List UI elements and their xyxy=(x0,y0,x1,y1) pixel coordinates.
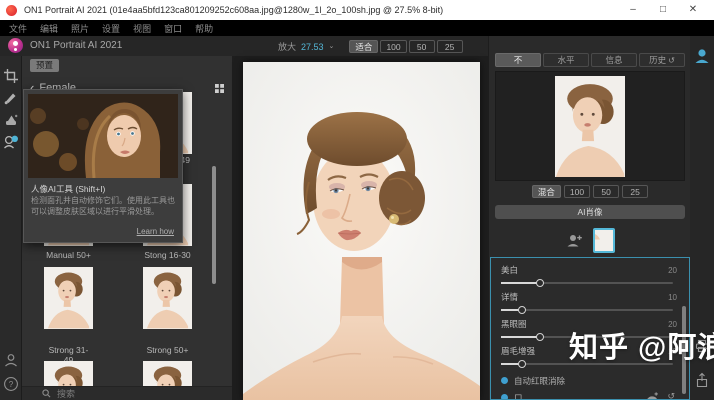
history-undo-icon: ↺ xyxy=(668,54,675,67)
zoom-dropdown-caret-icon[interactable]: ⌄ xyxy=(329,42,335,50)
section-tools: ↺ xyxy=(646,391,675,400)
tab-none[interactable]: 不 xyxy=(495,53,541,67)
fit-button[interactable]: 适合 xyxy=(349,40,378,53)
menu-help[interactable]: 帮助 xyxy=(195,22,213,35)
preset-thumbnail[interactable] xyxy=(44,267,93,329)
search-icon xyxy=(42,389,51,398)
zoom-50-button[interactable]: 50 xyxy=(409,40,435,53)
toggle-on-icon[interactable] xyxy=(501,394,508,400)
menu-view[interactable]: 视图 xyxy=(133,22,151,35)
slider-label: 美白 xyxy=(501,264,518,276)
blend-100-button[interactable]: 100 xyxy=(564,185,590,198)
slider-knob[interactable] xyxy=(518,306,526,314)
zoom-25-button[interactable]: 25 xyxy=(437,40,463,53)
retouch-brush-tool-icon[interactable] xyxy=(3,90,19,106)
toggle-label: 口 xyxy=(514,392,523,400)
brush-add-icon[interactable] xyxy=(646,391,659,400)
account-person-icon[interactable] xyxy=(3,352,19,368)
slider-label: 眉毛增强 xyxy=(501,345,535,357)
svg-text:?: ? xyxy=(9,380,14,389)
tab-levels[interactable]: 水平 xyxy=(543,53,589,67)
presets-scrollbar[interactable] xyxy=(212,166,216,284)
reset-icon[interactable]: ↺ xyxy=(667,391,675,400)
canvas-zoom-toolbar: 放大 27.53 ⌄ 适合 100 50 25 xyxy=(278,40,463,53)
add-face-icon[interactable] xyxy=(566,232,583,249)
zoom-preset-group: 适合 100 50 25 xyxy=(349,40,462,53)
learn-how-link[interactable]: Learn how xyxy=(137,227,174,236)
slider-knob[interactable] xyxy=(536,279,544,287)
on1-portrait-app-window: ON1 Portrait AI 2021 (01e4aa5bfd123ca801… xyxy=(0,0,714,400)
blend-25-button[interactable]: 25 xyxy=(622,185,648,198)
tooltip-title: 人像AI工具 (Shift+I) xyxy=(31,183,105,195)
blend-50-button[interactable]: 50 xyxy=(593,185,619,198)
mouth-toggle-row: 口 ↺ xyxy=(501,389,677,400)
title-bar: ON1 Portrait AI 2021 (01e4aa5bfd123ca801… xyxy=(0,0,714,20)
presets-panel: 预置 ‹ Female 49 Manual 50+ Stong 16-30 St… xyxy=(22,56,232,400)
on1-app-icon xyxy=(6,5,17,16)
perfect-eraser-tool-icon[interactable] xyxy=(3,112,19,128)
tab-history[interactable]: 历史↺ xyxy=(639,53,685,67)
blend-controls: 混合 100 50 25 xyxy=(489,185,691,198)
toggle-on-icon[interactable] xyxy=(501,377,508,384)
slider-track[interactable] xyxy=(501,277,677,289)
detected-face-thumbnail[interactable] xyxy=(593,228,615,253)
export-share-icon[interactable] xyxy=(694,372,710,388)
on1-brand-logo-icon xyxy=(8,38,23,53)
menu-edit[interactable]: 编辑 xyxy=(40,22,58,35)
preset-hover-popup: 人像AI工具 (Shift+I) 检测面孔并自动修饰它们。使用此工具也可以调整皮… xyxy=(23,89,183,243)
close-button[interactable]: ✕ xyxy=(678,0,708,20)
preset-search-bar xyxy=(22,386,232,400)
canvas-area xyxy=(232,56,488,400)
search-input[interactable] xyxy=(55,388,175,400)
right-panel-tabs: 不 水平 信息 历史↺ xyxy=(495,53,685,67)
menu-settings[interactable]: 设置 xyxy=(102,22,120,35)
slider-whitening: 美白 20 xyxy=(501,264,677,291)
app-brand: ON1 Portrait AI 2021 xyxy=(8,38,122,53)
preset-hover-preview-image xyxy=(28,94,178,178)
crop-tool-icon[interactable] xyxy=(3,68,19,84)
preset-label: Manual 50+ xyxy=(44,250,93,260)
zoom-value[interactable]: 27.53 xyxy=(301,42,324,52)
slider-value: 10 xyxy=(668,293,677,302)
tab-history-label: 历史 xyxy=(649,54,666,67)
zoom-100-button[interactable]: 100 xyxy=(380,40,406,53)
window-title: ON1 Portrait AI 2021 (01e4aa5bfd123ca801… xyxy=(24,5,618,15)
slider-label: 黑眼圈 xyxy=(501,318,527,330)
tool-strip: ? xyxy=(0,56,22,400)
help-icon[interactable]: ? xyxy=(3,376,19,392)
minimize-button[interactable]: – xyxy=(618,0,648,20)
slider-detail: 详情 10 xyxy=(501,291,677,318)
maximize-button[interactable]: □ xyxy=(648,0,678,20)
menu-file[interactable]: 文件 xyxy=(9,22,27,35)
preview-box xyxy=(495,71,685,181)
toggle-label: 自动红眼消除 xyxy=(514,375,565,387)
zhihu-watermark: 知乎 @阿浪 xyxy=(569,324,714,366)
portrait-photo[interactable] xyxy=(243,62,480,400)
slider-knob[interactable] xyxy=(536,333,544,341)
menu-bar: 文件 编辑 照片 设置 视图 窗口 帮助 xyxy=(0,20,714,36)
preset-label: Strong 50+ xyxy=(143,345,192,355)
presets-tab[interactable]: 预置 xyxy=(30,59,59,72)
grid-view-icon[interactable] xyxy=(215,84,224,93)
tooltip-body: 检测面孔并自动修饰它们。使用此工具也可以调整皮肤区域以进行平滑处理。 xyxy=(31,196,177,218)
blend-button[interactable]: 混合 xyxy=(532,185,561,198)
ai-portrait-button[interactable]: AI肖像 xyxy=(495,205,685,219)
preview-thumbnail[interactable] xyxy=(555,76,625,177)
preset-thumbnail[interactable] xyxy=(143,267,192,329)
slider-value: 20 xyxy=(668,266,677,275)
tab-info[interactable]: 信息 xyxy=(591,53,637,67)
preset-label: Stong 16-30 xyxy=(143,250,192,260)
menu-window[interactable]: 窗口 xyxy=(164,22,182,35)
slider-label: 详情 xyxy=(501,291,518,303)
window-controls: – □ ✕ xyxy=(618,0,708,20)
detected-faces-row xyxy=(489,226,691,254)
auto-red-eye-toggle-row: 自动红眼消除 xyxy=(501,372,677,389)
slider-knob[interactable] xyxy=(518,360,526,368)
zoom-label: 放大 xyxy=(278,40,296,53)
portrait-ai-face-tool-icon[interactable] xyxy=(3,134,19,150)
menu-photo[interactable]: 照片 xyxy=(71,22,89,35)
slider-track[interactable] xyxy=(501,304,677,316)
user-account-icon[interactable] xyxy=(694,48,710,64)
app-title: ON1 Portrait AI 2021 xyxy=(30,40,122,51)
